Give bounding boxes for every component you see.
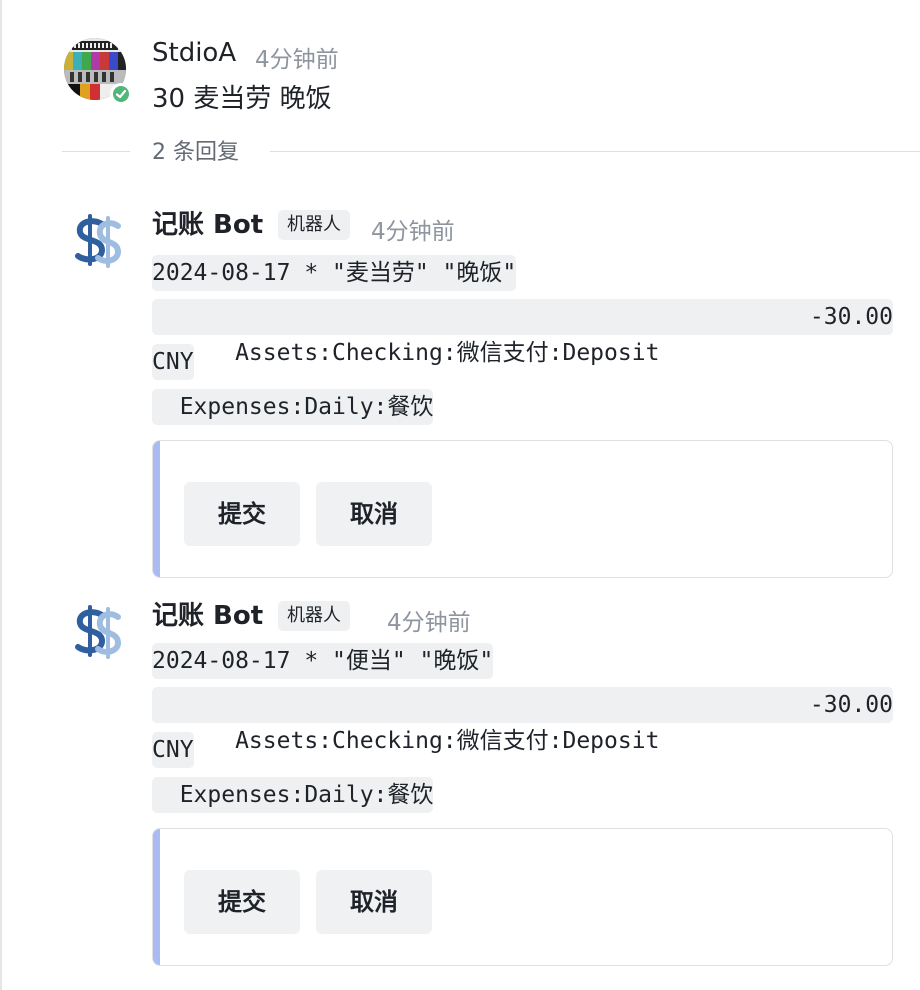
dollar-icon[interactable] [72, 603, 124, 661]
bot-name[interactable]: 记账 Bot [152, 599, 263, 633]
message-timestamp: 4分钟前 [255, 47, 339, 73]
action-card: 提交 取消 [152, 828, 893, 966]
username[interactable]: StdioA [152, 36, 236, 70]
divider-line [62, 151, 130, 152]
dollar-icon[interactable] [72, 212, 124, 270]
posting-account: Assets:Checking:微信支付:Deposit [207, 728, 660, 754]
reply-count[interactable]: 2 条回复 [152, 138, 239, 168]
card-accent-bar [153, 441, 160, 577]
submit-button[interactable]: 提交 [184, 482, 300, 546]
card-accent-bar [153, 829, 160, 965]
entry-posting-line: Assets:Checking:微信支付:Deposit -30.00 [152, 299, 893, 366]
posting-currency: CNY [152, 732, 194, 768]
bot-name[interactable]: 记账 Bot [152, 208, 263, 242]
user-avatar[interactable] [64, 38, 132, 105]
cancel-button[interactable]: 取消 [316, 870, 432, 934]
submit-button[interactable]: 提交 [184, 870, 300, 934]
entry-header-line: 2024-08-17 * "便当" "晚饭" [152, 643, 494, 679]
check-circle-icon [110, 83, 132, 105]
bot-badge: 机器人 [278, 210, 350, 240]
reply-timestamp: 4分钟前 [371, 219, 455, 245]
posting-amount: -30.00 [809, 304, 893, 330]
action-card: 提交 取消 [152, 440, 893, 578]
cancel-button[interactable]: 取消 [316, 482, 432, 546]
divider-line [270, 151, 920, 152]
posting-amount: -30.00 [809, 692, 893, 718]
left-border [0, 0, 2, 990]
message-text: 30 麦当劳 晚饭 [152, 84, 332, 114]
entry-posting-line: Assets:Checking:微信支付:Deposit -30.00 [152, 687, 893, 754]
posting-account: Assets:Checking:微信支付:Deposit [207, 340, 660, 366]
entry-posting-line: Expenses:Daily:餐饮 [152, 389, 434, 425]
entry-posting-line: Expenses:Daily:餐饮 [152, 777, 434, 813]
posting-currency: CNY [152, 344, 194, 380]
bot-badge: 机器人 [278, 601, 350, 631]
entry-header-line: 2024-08-17 * "麦当劳" "晚饭" [152, 255, 517, 291]
reply-timestamp: 4分钟前 [387, 610, 471, 636]
